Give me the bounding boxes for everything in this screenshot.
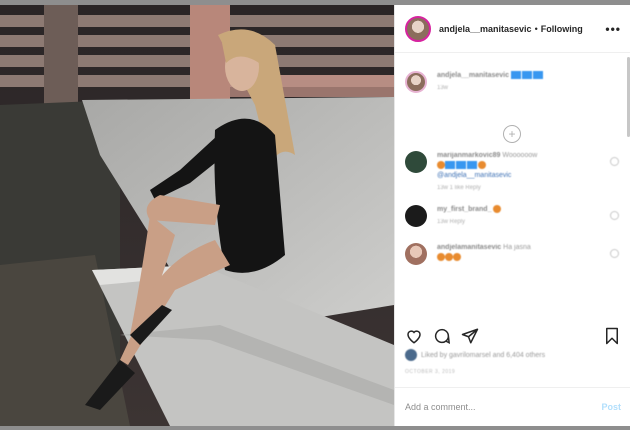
comment-text: marijanmarkovic89 Woooooow @andjela__mani… (437, 151, 537, 181)
comment-row: marijanmarkovic89 Woooooow @andjela__mani… (395, 151, 630, 191)
comment-row: andjelamanitasevic Ha jasna (395, 243, 630, 265)
post-side-panel: andjela__manitasevic • Following ••• and… (394, 5, 630, 426)
header-separator: • (534, 23, 538, 34)
following-button[interactable]: Following (541, 24, 583, 34)
comment-like-icon[interactable] (610, 157, 619, 166)
likes-summary[interactable]: Liked by gavrilomarsel and 6,404 others (405, 349, 545, 361)
comment-username[interactable]: marijanmarkovic89 (437, 152, 500, 159)
bookmark-icon[interactable] (603, 327, 621, 345)
photo-illustration (0, 5, 394, 426)
post-comment-button[interactable]: Post (601, 402, 621, 412)
comment-text: andjelamanitasevic Ha jasna (437, 243, 531, 263)
comment-row: my_first_brand_ 13w Reply (395, 205, 630, 227)
add-comment-bar: Add a comment... Post (395, 387, 630, 426)
caption-time: 13w (437, 85, 449, 91)
comment-like-icon[interactable] (610, 211, 619, 220)
likes-text: Liked by gavrilomarsel and 6,404 others (421, 351, 546, 359)
comment-icon[interactable] (433, 327, 451, 345)
comment-mention[interactable]: @andjela__manitasevic (437, 172, 511, 179)
caption-row: andjela__manitasevic 13w (395, 71, 630, 93)
caption-text: andjela__manitasevic (437, 71, 544, 81)
more-horizontal-icon[interactable]: ••• (605, 22, 621, 36)
comment-body: Woooooow (502, 152, 538, 159)
comment-meta: 13w 1 like Reply (437, 185, 481, 191)
comment-avatar[interactable] (405, 151, 427, 173)
comment-input[interactable]: Add a comment... (405, 402, 476, 412)
caption-username[interactable]: andjela__manitasevic (437, 72, 509, 79)
comment-avatar[interactable] (405, 243, 427, 265)
author-avatar[interactable] (405, 15, 431, 42)
comment-like-icon[interactable] (610, 249, 619, 258)
comment-text: my_first_brand_ (437, 205, 502, 215)
comments-list: andjela__manitasevic 13w + marijanmarkov… (395, 53, 630, 321)
comment-avatar[interactable] (405, 205, 427, 227)
share-icon[interactable] (461, 327, 479, 345)
post-header: andjela__manitasevic • Following ••• (395, 5, 630, 53)
post-modal: andjela__manitasevic • Following ••• and… (0, 0, 630, 430)
comment-body: Ha jasna (503, 244, 531, 251)
comment-meta: 13w Reply (437, 219, 466, 225)
author-username[interactable]: andjela__manitasevic (439, 24, 532, 34)
comment-username[interactable]: my_first_brand_ (437, 206, 491, 213)
comment-username[interactable]: andjelamanitasevic (437, 244, 501, 251)
post-actions (395, 321, 630, 345)
post-photo[interactable] (0, 5, 394, 426)
load-more-comments-icon[interactable]: + (503, 125, 521, 143)
post-date: OCTOBER 3, 2019 (405, 369, 456, 375)
liker-avatar (405, 349, 417, 361)
caption-avatar[interactable] (405, 71, 427, 93)
heart-icon[interactable] (405, 327, 423, 345)
